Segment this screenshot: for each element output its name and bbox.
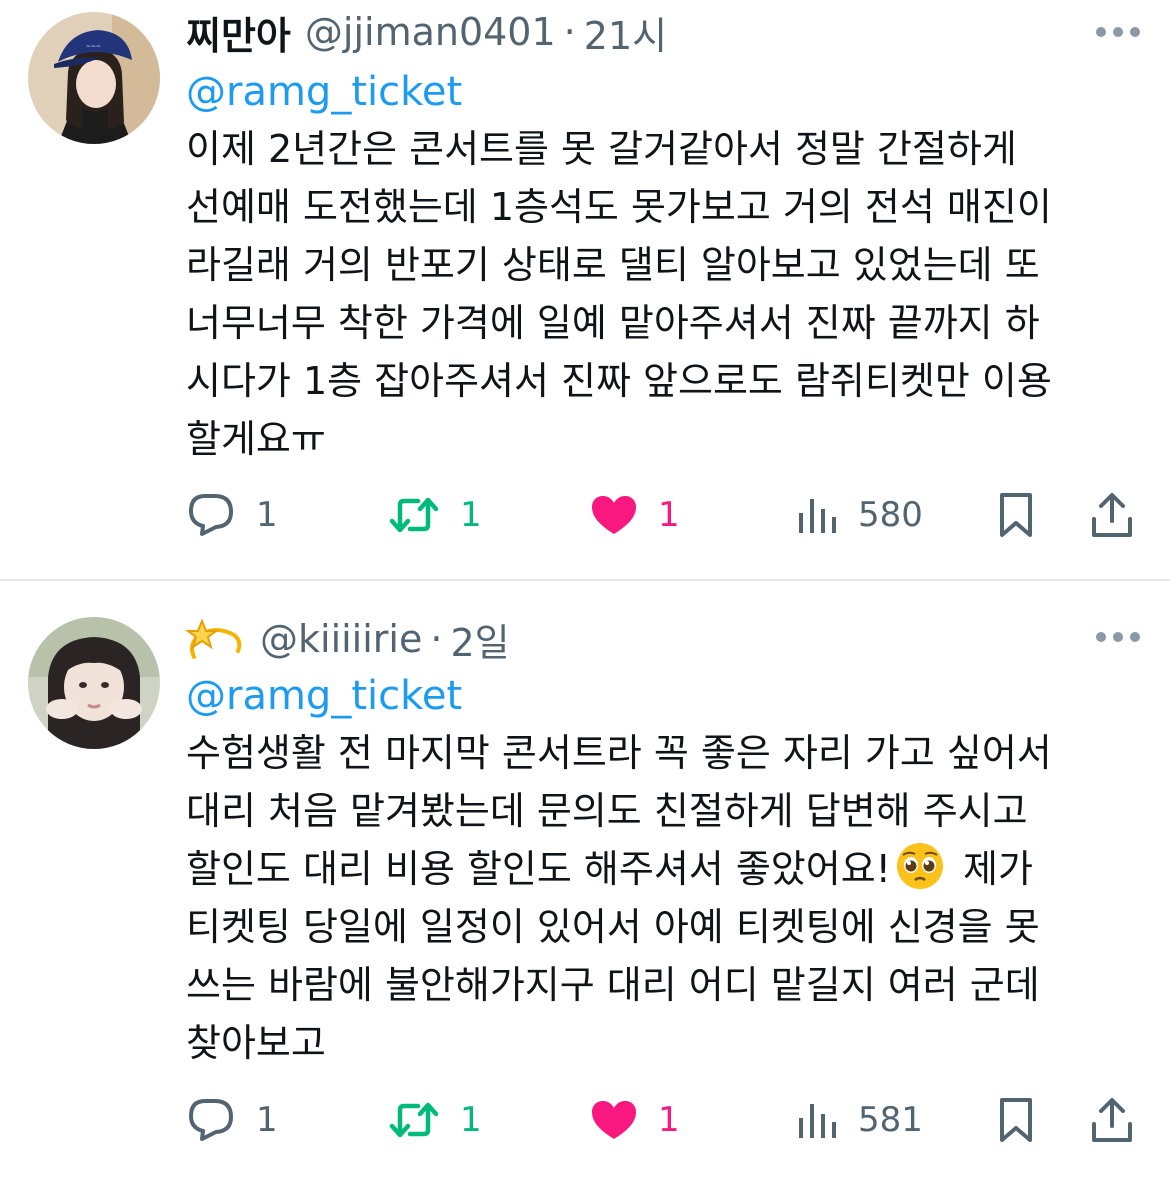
share-icon: [1092, 1098, 1132, 1142]
text-line: 할게요ㅠ: [186, 417, 326, 461]
retweet-count: 1: [460, 495, 482, 535]
timestamp[interactable]: 21시: [584, 5, 667, 60]
separator-dot: ·: [430, 617, 443, 661]
views-chart-icon: [799, 1104, 836, 1138]
views-chart-icon: [799, 499, 836, 533]
tweet-header: @kiiiiirie · 2일: [186, 609, 510, 669]
like-button[interactable]: 1: [590, 1090, 680, 1150]
timestamp[interactable]: 2일: [450, 612, 509, 667]
mention-link[interactable]: @ramg_ticket: [186, 668, 462, 724]
text-line: 이제 2년간은 콘서트를 못 갈거같아서 정말 간절하게: [186, 127, 1017, 171]
reply-button[interactable]: 1: [186, 485, 278, 545]
avatar[interactable]: [28, 617, 160, 749]
text-line: 할인도 대리 비용 할인도 해주셔서 좋았어요! 제가: [186, 840, 1146, 898]
like-button[interactable]: 1: [590, 485, 680, 545]
reply-icon: [189, 494, 233, 536]
user-handle[interactable]: @kiiiiirie: [260, 617, 422, 661]
reply-count: 1: [256, 1100, 278, 1140]
retweet-icon: [389, 497, 439, 533]
tweet-text: 수험생활 전 마지막 콘서트라 꼭 좋은 자리 가고 싶어서 대리 처음 맡겨봤…: [186, 724, 1146, 1072]
share-button[interactable]: [1090, 1090, 1134, 1150]
tweet-header: 찌만아 @jjiman0401 · 21시: [186, 2, 667, 62]
text-line: 찾아보고: [186, 1021, 326, 1065]
like-heart-icon: [592, 1101, 636, 1139]
like-count: 1: [658, 1100, 680, 1140]
avatar-photo: ~~~: [28, 12, 160, 144]
avatar-photo: [28, 617, 160, 749]
bookmark-button[interactable]: [996, 1090, 1036, 1150]
share-icon: [1092, 493, 1132, 537]
display-name[interactable]: 찌만아: [186, 5, 291, 60]
reply-count: 1: [256, 495, 278, 535]
text-line: 선예매 도전했는데 1층석도 못가보고 거의 전석 매진이: [186, 185, 1052, 229]
bookmark-button[interactable]: [996, 485, 1036, 545]
bookmark-icon: [1000, 493, 1032, 537]
like-heart-icon: [592, 496, 636, 534]
text-line: 라길래 거의 반포기 상태로 댈티 알아보고 있었는데 또: [186, 243, 1040, 287]
views-button[interactable]: 580: [796, 485, 923, 545]
svg-text:~~~: ~~~: [86, 43, 101, 50]
retweet-icon: [389, 1102, 439, 1138]
more-icon[interactable]: [1096, 25, 1140, 39]
retweet-button[interactable]: 1: [388, 485, 482, 545]
action-bar: 1 1 1 580: [0, 485, 1170, 545]
user-handle[interactable]: @jjiman0401: [305, 10, 556, 54]
retweet-button[interactable]: 1: [388, 1090, 482, 1150]
dizzy-star-icon: [186, 618, 242, 659]
reply-button[interactable]: 1: [186, 1090, 278, 1150]
avatar[interactable]: ~~~: [28, 12, 160, 144]
text-line: 너무너무 착한 가격에 일예 맡아주셔서 진짜 끝까지 하: [186, 301, 1040, 345]
bookmark-icon: [1000, 1098, 1032, 1142]
text-line: 쓰는 바람에 불안해가지구 대리 어디 맡길지 여러 군데: [186, 963, 1040, 1007]
text-line: 시다가 1층 잡아주셔서 진짜 앞으로도 람쥐티켓만 이용: [186, 359, 1052, 403]
text-line: 티켓팅 당일에 일정이 있어서 아예 티켓팅에 신경을 못: [186, 905, 1040, 949]
pleading-face-emoji-icon: [896, 843, 943, 889]
tweet[interactable]: @kiiiiirie · 2일 @ramg_ticket 수험생활 전 마지막 …: [0, 581, 1170, 1178]
text-line: 수험생활 전 마지막 콘서트라 꼭 좋은 자리 가고 싶어서: [186, 731, 1052, 775]
share-button[interactable]: [1090, 485, 1134, 545]
like-count: 1: [658, 495, 680, 535]
retweet-count: 1: [460, 1100, 482, 1140]
views-count: 580: [858, 495, 923, 535]
views-count: 581: [858, 1100, 923, 1140]
more-icon[interactable]: [1096, 630, 1140, 644]
tweet-text: 이제 2년간은 콘서트를 못 갈거같아서 정말 간절하게 선예매 도전했는데 1…: [186, 120, 1146, 468]
text-segment: 제가: [950, 847, 1033, 891]
tweet[interactable]: ~~~ 찌만아 @jjiman0401 · 21시 @ramg_ticket 이…: [0, 0, 1170, 580]
action-bar: 1 1 1 581: [0, 1090, 1170, 1150]
text-segment: 할인도 대리 비용 할인도 해주셔서 좋았어요!: [186, 847, 891, 891]
mention-link[interactable]: @ramg_ticket: [186, 64, 462, 120]
text-line: 대리 처음 맡겨봤는데 문의도 친절하게 답변해 주시고: [186, 789, 1028, 833]
views-button[interactable]: 581: [796, 1090, 923, 1150]
separator-dot: ·: [563, 10, 576, 54]
reply-icon: [189, 1099, 233, 1141]
